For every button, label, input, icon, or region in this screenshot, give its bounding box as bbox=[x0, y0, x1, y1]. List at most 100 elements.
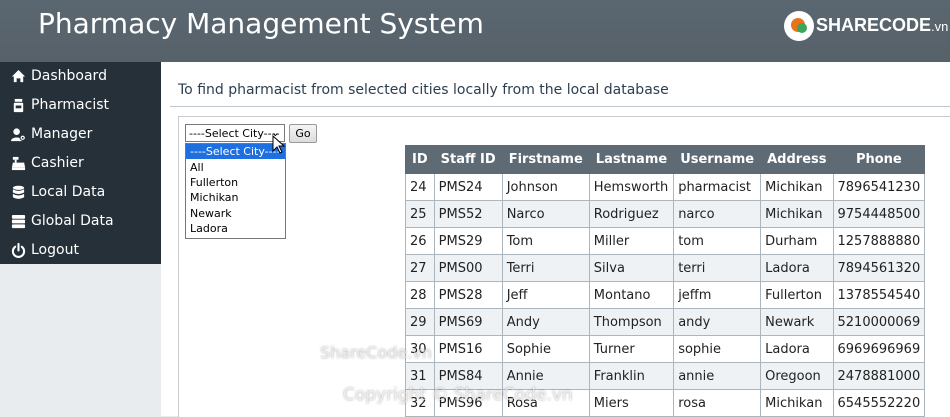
city-select-value: ----Select City---- bbox=[189, 127, 280, 140]
table-cell: Oregoon bbox=[760, 362, 834, 390]
table-cell: Fullerton bbox=[760, 281, 834, 309]
sidebar-item-dashboard[interactable]: Dashboard bbox=[0, 63, 161, 91]
column-header: Firstname bbox=[501, 145, 590, 174]
sidebar: Dashboard Pharmacist Manager Cashier Loc… bbox=[0, 62, 161, 264]
table-cell: 1378554540 bbox=[832, 281, 926, 309]
home-icon bbox=[11, 69, 26, 83]
table-cell: Franklin bbox=[588, 362, 675, 390]
table-row: 27 PMS00 Terri Silva terri Ladora 7894561320 bbox=[405, 254, 926, 282]
table-cell: 24 bbox=[405, 173, 435, 201]
table-cell: sophie bbox=[673, 335, 762, 363]
copyright-watermark: Copyright © ShareCode.vn bbox=[343, 385, 573, 405]
table-row: 24 PMS24 Johnson Hemsworth pharmacist Michika… bbox=[405, 173, 926, 201]
table-cell: 7896541230 bbox=[832, 173, 926, 201]
table-cell: Rodriguez bbox=[588, 200, 675, 228]
table-cell: Silva bbox=[588, 254, 675, 282]
table-cell: annie bbox=[673, 362, 762, 390]
table-cell: PMS28 bbox=[433, 281, 503, 309]
table-cell: Ladora bbox=[760, 335, 834, 363]
table-cell: 27 bbox=[405, 254, 435, 282]
table-cell: Andy bbox=[501, 308, 590, 336]
table-cell: Ladora bbox=[760, 254, 834, 282]
sidebar-item-label: Logout bbox=[31, 242, 79, 258]
city-option[interactable]: ----Select City---- bbox=[186, 144, 285, 159]
column-header: ID bbox=[405, 145, 435, 174]
table-cell: Michikan bbox=[760, 173, 834, 201]
city-option[interactable]: Michikan bbox=[186, 190, 285, 205]
table-cell: Michikan bbox=[760, 389, 834, 417]
sidebar-item-manager[interactable]: Manager bbox=[0, 121, 161, 149]
cash-register-icon bbox=[11, 156, 26, 171]
sidebar-item-label: Dashboard bbox=[31, 68, 107, 84]
table-cell: 1257888880 bbox=[832, 227, 926, 255]
table-cell: pharmacist bbox=[673, 173, 762, 201]
table-cell: Sophie bbox=[501, 335, 590, 363]
table-row: 28 PMS28 Jeff Montano jeffm Fullerton 13785545… bbox=[405, 281, 926, 309]
table-cell: 9754448500 bbox=[832, 200, 926, 228]
table-header-row: ID Staff ID Firstname Lastname Username … bbox=[405, 145, 926, 174]
table-cell: Durham bbox=[760, 227, 834, 255]
table-cell: Hemsworth bbox=[588, 173, 675, 201]
table-cell: 7894561320 bbox=[832, 254, 926, 282]
table-cell: terri bbox=[673, 254, 762, 282]
table-cell: Tom bbox=[501, 227, 590, 255]
city-option[interactable]: Fullerton bbox=[186, 175, 285, 190]
table-cell: Miers bbox=[588, 389, 675, 417]
sidebar-item-label: Manager bbox=[31, 126, 93, 142]
page-description: To find pharmacist from selected cities … bbox=[178, 82, 669, 98]
column-header: Staff ID bbox=[433, 145, 503, 174]
table-cell: Montano bbox=[588, 281, 675, 309]
column-header: Lastname bbox=[588, 145, 675, 174]
table-cell: 26 bbox=[405, 227, 435, 255]
table-cell: Thompson bbox=[588, 308, 675, 336]
sharecode-logo-icon bbox=[784, 11, 814, 41]
column-header: Username bbox=[673, 145, 762, 174]
table-cell: 29 bbox=[405, 308, 435, 336]
table-cell: 25 bbox=[405, 200, 435, 228]
go-button[interactable]: Go bbox=[289, 124, 317, 143]
table-cell: PMS00 bbox=[433, 254, 503, 282]
city-option[interactable]: Newark bbox=[186, 206, 285, 221]
sidebar-item-label: Pharmacist bbox=[31, 97, 109, 113]
city-option[interactable]: Ladora bbox=[186, 221, 285, 236]
table-cell: 6969696969 bbox=[832, 335, 926, 363]
table-cell: 2478881000 bbox=[832, 362, 926, 390]
table-cell: Newark bbox=[760, 308, 834, 336]
sidebar-item-pharmacist[interactable]: Pharmacist bbox=[0, 92, 161, 120]
table-cell: PMS16 bbox=[433, 335, 503, 363]
table-cell: Turner bbox=[588, 335, 675, 363]
power-icon bbox=[11, 243, 26, 258]
app-title: Pharmacy Management System bbox=[38, 7, 484, 40]
sidebar-item-logout[interactable]: Logout bbox=[0, 237, 161, 265]
table-cell: 28 bbox=[405, 281, 435, 309]
city-dropdown-list: ----Select City---- All Fullerton Michik… bbox=[185, 143, 286, 239]
table-cell: rosa bbox=[673, 389, 762, 417]
watermark-text: ShareCode.vn bbox=[320, 343, 432, 362]
table-cell: Miller bbox=[588, 227, 675, 255]
brand-name: SHARECODE.vn bbox=[816, 15, 949, 35]
table-row: 26 PMS29 Tom Miller tom Durham 1257888880 bbox=[405, 227, 926, 255]
server-icon bbox=[11, 214, 26, 229]
sidebar-item-cashier[interactable]: Cashier bbox=[0, 150, 161, 178]
table-cell: 5210000069 bbox=[832, 308, 926, 336]
sidebar-item-label: Global Data bbox=[31, 213, 114, 229]
database-icon bbox=[12, 185, 25, 199]
sidebar-item-label: Local Data bbox=[31, 184, 106, 200]
table-cell: PMS29 bbox=[433, 227, 503, 255]
table-cell: Michikan bbox=[760, 200, 834, 228]
column-header: Phone bbox=[832, 145, 926, 174]
sidebar-item-local-data[interactable]: Local Data bbox=[0, 179, 161, 207]
table-cell: Johnson bbox=[501, 173, 590, 201]
table-row: 29 PMS69 Andy Thompson andy Newark 5210000069 bbox=[405, 308, 926, 336]
city-select[interactable]: ----Select City---- ⌄ bbox=[185, 124, 285, 142]
divider bbox=[170, 106, 950, 107]
sharecode-brand: SHARECODE.vn bbox=[784, 10, 948, 44]
city-option[interactable]: All bbox=[186, 160, 285, 175]
sidebar-item-global-data[interactable]: Global Data bbox=[0, 208, 161, 236]
table-row: 30 PMS16 Sophie Turner sophie Ladora 696969696… bbox=[405, 335, 926, 363]
table-cell: tom bbox=[673, 227, 762, 255]
table-cell: Narco bbox=[501, 200, 590, 228]
column-header: Address bbox=[760, 145, 834, 174]
sidebar-item-label: Cashier bbox=[31, 155, 84, 171]
pill-bottle-icon bbox=[13, 98, 24, 113]
